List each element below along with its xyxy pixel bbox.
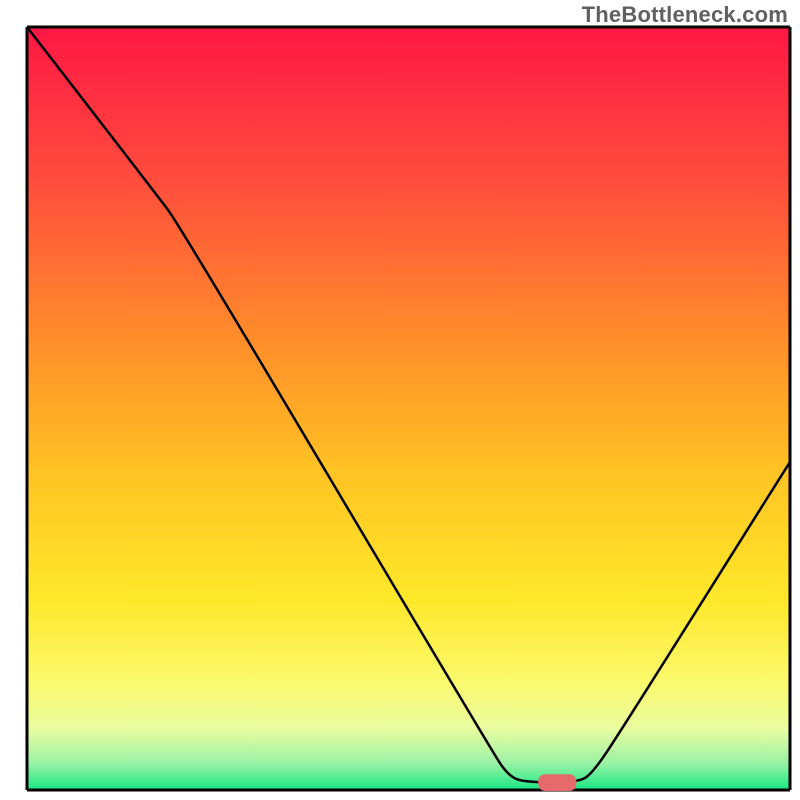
chart-stage: TheBottleneck.com bbox=[0, 0, 800, 800]
watermark-text: TheBottleneck.com bbox=[582, 2, 788, 28]
plot-background bbox=[27, 27, 790, 790]
optimal-marker bbox=[538, 774, 576, 791]
bottleneck-chart bbox=[0, 0, 800, 800]
